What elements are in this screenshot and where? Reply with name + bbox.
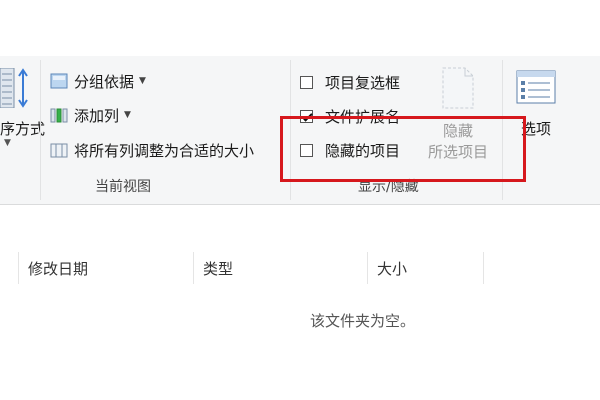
size-all-columns-label: 将所有列调整为合适的大小: [74, 141, 255, 160]
chevron-down-icon: ▼: [139, 76, 146, 86]
item-checkboxes-toggle[interactable]: 项目复选框: [300, 71, 400, 93]
column-header-size[interactable]: 大小: [367, 252, 483, 284]
column-header-row: 修改日期 类型 大小: [0, 252, 600, 284]
current-view-group-label: 当前视图: [95, 179, 151, 195]
group-by-icon: [50, 73, 68, 89]
item-checkboxes-checkbox[interactable]: [300, 75, 313, 89]
add-columns-button[interactable]: 添加列 ▼: [50, 104, 131, 126]
add-column-icon: [50, 108, 68, 123]
chevron-down-icon[interactable]: ▼: [4, 138, 11, 148]
size-columns-icon: [50, 143, 68, 158]
column-header-type[interactable]: 类型: [193, 252, 367, 284]
column-divider[interactable]: [483, 252, 484, 284]
chevron-down-icon: ▼: [124, 110, 131, 120]
group-by-button[interactable]: 分组依据 ▼: [50, 70, 146, 92]
empty-folder-message: 该文件夹为空。: [310, 312, 416, 330]
options-icon: [516, 70, 556, 104]
group-by-label: 分组依据: [74, 72, 135, 91]
sort-arrows-icon[interactable]: [17, 68, 29, 108]
ribbon-tab-strip-area: [0, 0, 600, 56]
item-checkboxes-label: 项目复选框: [325, 73, 401, 92]
highlight-annotation-box: [280, 116, 526, 182]
ribbon-bottom-border: [0, 204, 600, 205]
size-all-columns-button[interactable]: 将所有列调整为合适的大小: [50, 139, 254, 161]
column-header-date-modified[interactable]: 修改日期: [18, 252, 193, 284]
details-layout-icon[interactable]: [0, 68, 16, 108]
group-divider: [40, 60, 41, 200]
sort-by-button-label[interactable]: 序方式: [0, 118, 45, 139]
add-columns-label: 添加列: [74, 106, 120, 125]
hidden-document-icon: [442, 67, 474, 109]
